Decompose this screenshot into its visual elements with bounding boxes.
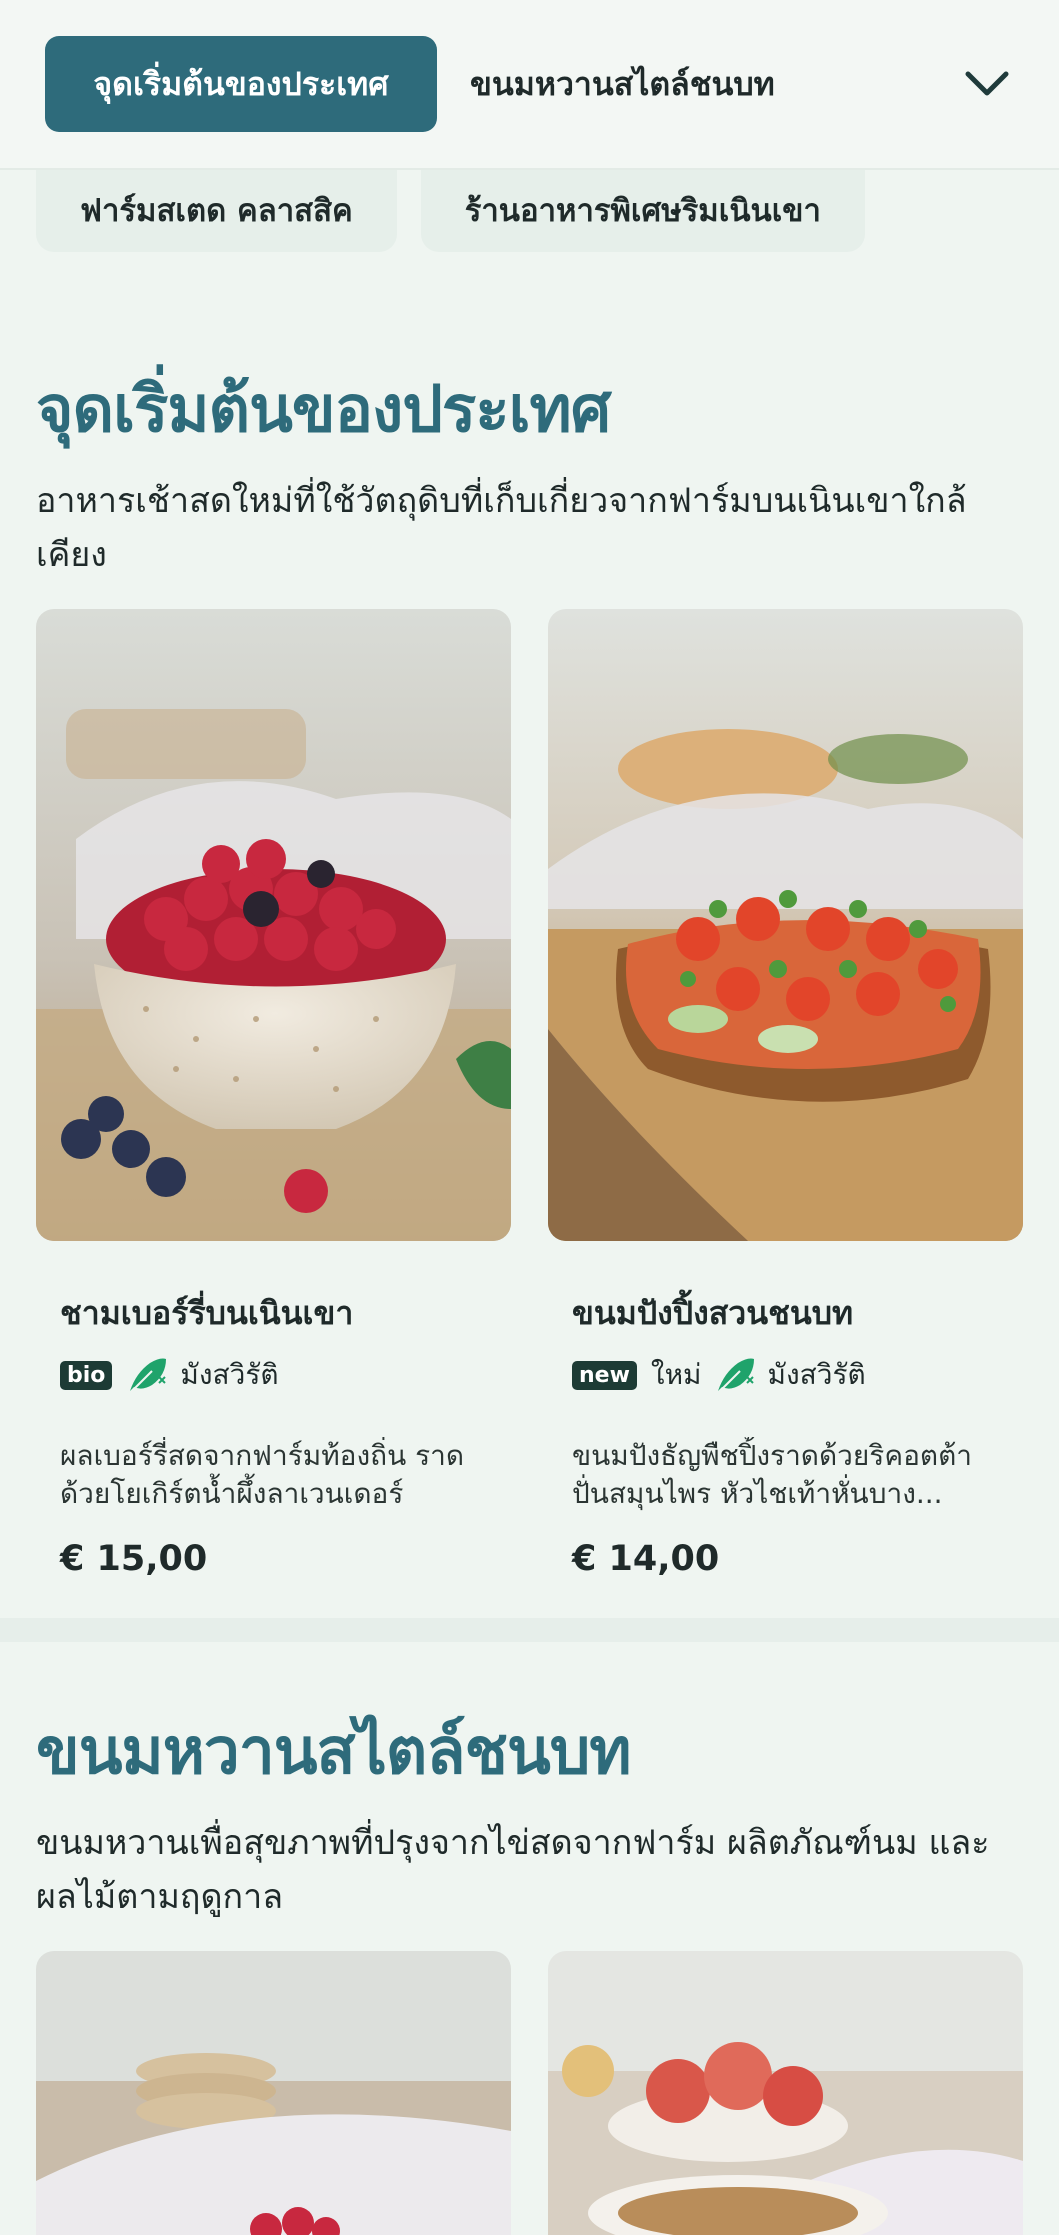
section-description: ขนมหวานเพื่อสุขภาพที่ปรุงจากไข่สดจากฟาร์… — [36, 1823, 990, 1917]
chip-farmstead-classic[interactable]: ฟาร์มสเตด คลาสสิค — [36, 168, 397, 252]
menu-card-dessert-2[interactable] — [548, 1951, 1023, 2235]
dessert-photo-2 — [548, 1951, 1023, 2235]
section-title: ขนมหวานสไตล์ชนบท — [36, 1715, 632, 1789]
section-divider — [0, 1618, 1059, 1642]
item-description: ผลเบอร์รี่สดจากฟาร์มท้องถิ่น ราดด้วยโยเก… — [60, 1439, 465, 1510]
category-chips: ฟาร์มสเตด คลาสสิค ร้านอาหารพิเศษริมเนินเ… — [36, 168, 865, 252]
category-nav: จุดเริ่มต้นของประเทศ ขนมหวานสไตล์ชนบท — [0, 0, 1059, 170]
vegetarian-leaf-icon — [717, 1358, 754, 1392]
menu-card-dessert-1[interactable] — [36, 1951, 511, 2235]
item-tags: new ใหม่ มังสวิรัติ — [572, 1353, 999, 1397]
bio-badge: bio — [60, 1360, 113, 1390]
dessert-photo-1 — [36, 1951, 511, 2235]
vegetarian-leaf-icon — [130, 1358, 167, 1392]
section-title: จุดเริ่มต้นของประเทศ — [36, 373, 611, 447]
chip-hillside-specials[interactable]: ร้านอาหารพิเศษริมเนินเขา — [420, 168, 865, 252]
item-price: € 14,00 — [572, 1539, 720, 1579]
item-name: ชามเบอร์รี่บนเนินเขา — [60, 1294, 354, 1332]
new-label: ใหม่ — [650, 1358, 702, 1391]
section-description: อาหารเช้าสดใหม่ที่ใช้วัตถุดิบที่เก็บเกี่… — [36, 481, 967, 575]
item-tags: bio มังสวิรัติ — [60, 1353, 487, 1397]
item-price: € 15,00 — [60, 1539, 208, 1579]
menu-card-berry-bowl[interactable]: ชามเบอร์รี่บนเนินเขา bio มังสวิรัติ ผลเบ… — [36, 609, 511, 1579]
chevron-down-icon[interactable] — [962, 60, 1012, 110]
tab-rustic-desserts[interactable]: ขนมหวานสไตล์ชนบท — [470, 36, 775, 132]
item-name: ขนมปังปิ้งสวนชนบท — [572, 1294, 854, 1332]
menu-card-garden-toast[interactable]: ขนมปังปิ้งสวนชนบท new ใหม่ มังสวิรัติ ขน… — [548, 609, 1023, 1579]
section-country-beginnings: จุดเริ่มต้นของประเทศ อาหารเช้าสดใหม่ที่ใ… — [36, 358, 1026, 582]
tab-country-beginnings[interactable]: จุดเริ่มต้นของประเทศ — [45, 36, 437, 132]
diet-label: มังสวิรัติ — [180, 1358, 279, 1391]
garden-toast-photo — [548, 609, 1023, 1241]
new-badge: new — [572, 1360, 637, 1390]
section-rustic-desserts: ขนมหวานสไตล์ชนบท ขนมหวานเพื่อสุขภาพที่ปร… — [36, 1700, 1026, 1924]
item-description: ขนมปังธัญพืชปิ้งราดด้วยริคอตต้าปั่นสมุนไ… — [572, 1439, 972, 1510]
berry-bowl-photo — [36, 609, 511, 1241]
diet-label: มังสวิรัติ — [767, 1358, 866, 1391]
